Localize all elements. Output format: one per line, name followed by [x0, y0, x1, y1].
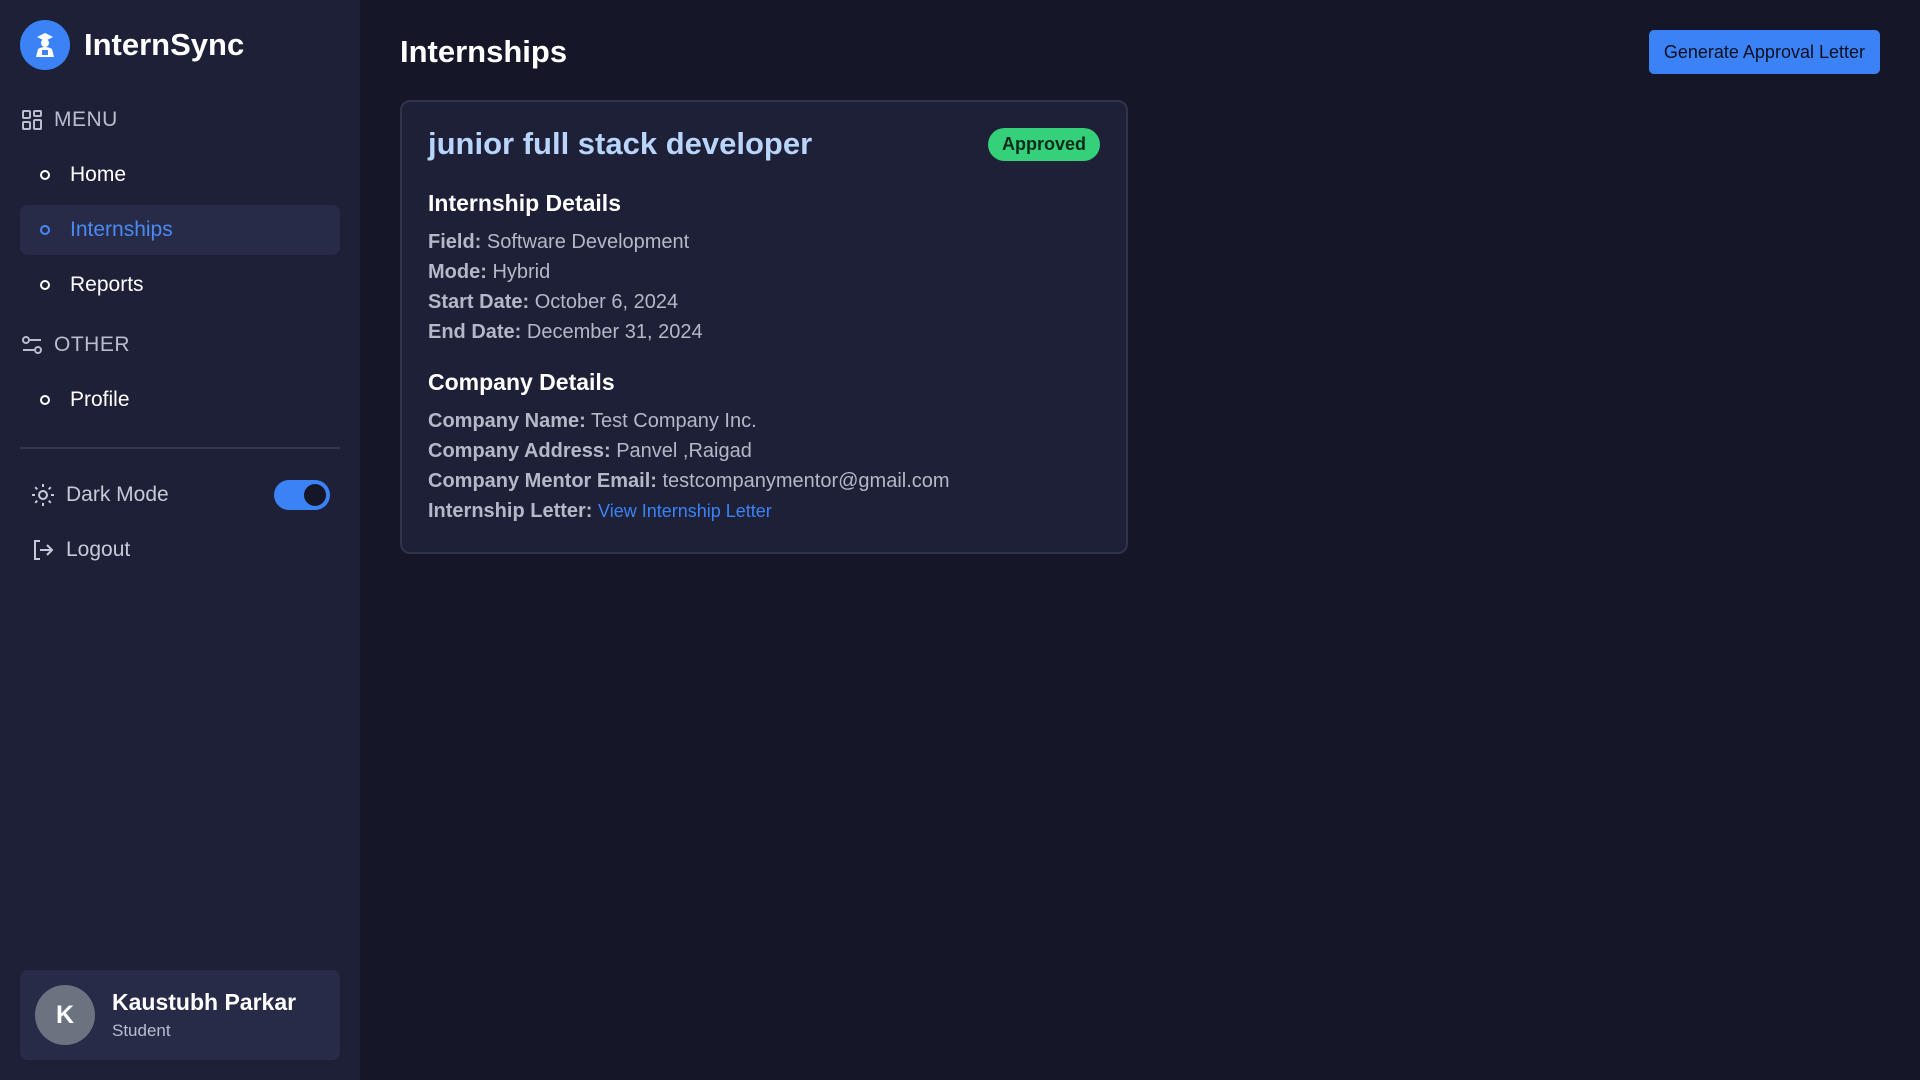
user-info: Kaustubh Parkar Student: [112, 989, 296, 1041]
field-row: Field: Software Development: [428, 227, 1100, 257]
toggle-knob: [304, 483, 326, 506]
user-role: Student: [112, 1021, 171, 1040]
sidebar-item-internships[interactable]: Internships: [20, 205, 340, 255]
mentor-email-row: Company Mentor Email: testcompanymentor@…: [428, 466, 1100, 496]
bullet-icon: [40, 280, 50, 290]
company-name-label: Company Name:: [428, 410, 586, 432]
dark-mode-toggle[interactable]: [274, 479, 330, 510]
menu-heading: MENU: [20, 90, 340, 150]
other-heading-label: OTHER: [54, 333, 130, 356]
internship-letter-label: Internship Letter:: [428, 500, 593, 522]
logout-button[interactable]: Logout: [20, 522, 340, 577]
start-date-row: Start Date: October 6, 2024: [428, 287, 1100, 317]
company-details-heading: Company Details: [428, 369, 615, 395]
company-name-row: Company Name: Test Company Inc.: [428, 406, 1100, 436]
field-label: Field:: [428, 231, 482, 253]
sidebar-item-label: Profile: [70, 388, 130, 411]
avatar: K: [35, 985, 95, 1045]
sidebar-item-home[interactable]: Home: [20, 150, 340, 200]
sidebar-item-reports[interactable]: Reports: [20, 260, 340, 310]
card-header: junior full stack developer Approved: [428, 126, 1100, 162]
sliders-icon: [20, 333, 44, 357]
company-address-row: Company Address: Panvel ,Raigad: [428, 436, 1100, 466]
bullet-icon: [40, 225, 50, 235]
sidebar-item-label: Reports: [70, 273, 144, 296]
brand-name: InternSync: [84, 27, 245, 62]
bullet-icon: [40, 395, 50, 405]
dark-mode-label: Dark Mode: [66, 482, 169, 506]
company-address-value: Panvel ,Raigad: [616, 440, 752, 462]
company-address-label: Company Address:: [428, 440, 611, 462]
mentor-email-label: Company Mentor Email:: [428, 470, 657, 492]
view-internship-letter-link[interactable]: View Internship Letter: [598, 501, 772, 521]
page-title: Internships: [400, 34, 568, 69]
sun-icon: [30, 482, 56, 508]
grid-icon: [20, 108, 44, 132]
graduate-logo-icon: [20, 20, 70, 70]
start-date-label: Start Date:: [428, 291, 530, 313]
end-date-label: End Date:: [428, 321, 522, 343]
mode-value: Hybrid: [492, 261, 551, 283]
menu-heading-label: MENU: [54, 108, 118, 131]
sidebar-item-profile[interactable]: Profile: [20, 375, 340, 425]
mode-label: Mode:: [428, 261, 487, 283]
company-name-value: Test Company Inc.: [591, 410, 757, 432]
status-badge: Approved: [987, 127, 1100, 161]
other-heading: OTHER: [20, 315, 340, 375]
mentor-email-value: testcompanymentor@gmail.com: [662, 470, 950, 492]
sidebar-item-label: Internships: [70, 218, 173, 241]
logout-label: Logout: [66, 537, 131, 561]
internship-card: junior full stack developer Approved Int…: [400, 100, 1128, 554]
sidebar-item-label: Home: [70, 163, 127, 186]
internship-title: junior full stack developer: [428, 126, 813, 161]
main-content: Internships Generate Approval Letter jun…: [360, 0, 1920, 1080]
user-name: Kaustubh Parkar: [112, 989, 297, 1015]
sidebar-divider: [20, 447, 340, 449]
logout-icon: [30, 537, 56, 563]
start-date-value: October 6, 2024: [534, 291, 679, 313]
generate-approval-letter-button[interactable]: Generate Approval Letter: [1648, 30, 1880, 74]
internship-letter-row: Internship Letter: View Internship Lette…: [428, 496, 1100, 526]
app: InternSync MENU Home Internships Reports…: [0, 0, 1920, 1080]
internship-details-heading: Internship Details: [428, 190, 621, 216]
end-date-value: December 31, 2024: [526, 321, 703, 343]
dark-mode-row: Dark Mode: [20, 467, 340, 522]
mode-row: Mode: Hybrid: [428, 257, 1100, 287]
end-date-row: End Date: December 31, 2024: [428, 317, 1100, 347]
bullet-icon: [40, 170, 50, 180]
user-card[interactable]: K Kaustubh Parkar Student: [20, 970, 340, 1060]
field-value: Software Development: [486, 231, 690, 253]
sidebar: InternSync MENU Home Internships Reports…: [0, 0, 360, 1080]
brand: InternSync: [20, 0, 340, 90]
